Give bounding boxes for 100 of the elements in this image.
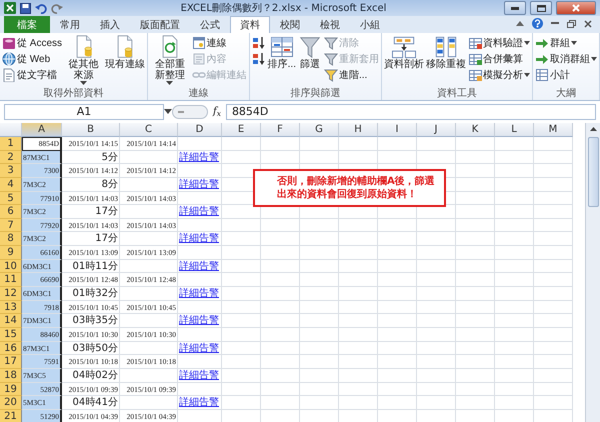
row-header[interactable]: 11 xyxy=(0,273,22,288)
scrollbar-thumb[interactable] xyxy=(588,137,599,207)
ribbon-tab[interactable]: 資料 xyxy=(230,16,270,33)
row-header[interactable]: 12 xyxy=(0,287,22,301)
empty-cell xyxy=(261,355,300,369)
insert-function-button[interactable]: f$_{x}$ xyxy=(208,104,226,119)
ribbon-button[interactable]: 連線 xyxy=(190,35,248,51)
empty-cell xyxy=(456,205,495,219)
row-header[interactable]: 8 xyxy=(0,232,22,246)
hyperlink[interactable]: 詳細告警 xyxy=(179,233,219,244)
hyperlink[interactable]: 詳細告警 xyxy=(179,178,219,190)
row-header[interactable]: 13 xyxy=(0,300,22,314)
redo-icon[interactable] xyxy=(51,2,63,14)
row-header[interactable]: 19 xyxy=(0,382,22,396)
row-header[interactable]: 2 xyxy=(0,150,22,164)
ribbon-button[interactable]: 合併彙算 xyxy=(467,51,531,67)
ribbon-button[interactable]: 篩選 xyxy=(297,35,323,70)
collapse-ribbon-icon[interactable] xyxy=(516,21,524,26)
empty-cell xyxy=(456,260,495,274)
row-header[interactable]: 14 xyxy=(0,314,22,328)
row-header[interactable]: 15 xyxy=(0,328,22,342)
ribbon-button[interactable]: 取消群組 xyxy=(534,51,598,67)
ribbon-tab[interactable]: 校閱 xyxy=(270,16,310,33)
column-header[interactable]: D xyxy=(178,123,222,137)
ribbon-tab[interactable]: 檢視 xyxy=(310,16,350,33)
column-header[interactable]: C xyxy=(120,123,178,137)
name-box[interactable]: A1 xyxy=(4,104,164,120)
save-icon[interactable] xyxy=(20,2,31,14)
hyperlink[interactable]: 詳細告警 xyxy=(179,152,219,163)
ribbon-button[interactable]: 排序... xyxy=(266,35,297,70)
column-header[interactable]: E xyxy=(222,123,261,137)
ribbon-tab[interactable]: 版面配置 xyxy=(130,16,190,33)
column-header[interactable]: L xyxy=(495,123,534,137)
ribbon-button[interactable]: 進階... xyxy=(323,67,380,83)
hyperlink[interactable]: 詳細告警 xyxy=(179,288,219,300)
row-header[interactable]: 18 xyxy=(0,368,22,383)
column-header[interactable]: B xyxy=(62,123,120,137)
undo-icon[interactable] xyxy=(35,2,47,14)
help-icon[interactable] xyxy=(532,18,543,29)
row-header[interactable]: 20 xyxy=(0,396,22,410)
empty-cell xyxy=(222,246,261,260)
ribbon-button[interactable]: 從文字檔 xyxy=(1,67,64,83)
scroll-up-icon[interactable] xyxy=(590,127,596,131)
vertical-scrollbar[interactable] xyxy=(585,123,600,422)
empty-cell xyxy=(417,355,456,369)
row-header[interactable]: 3 xyxy=(0,164,22,178)
close-button[interactable] xyxy=(556,1,596,15)
ribbon-button[interactable]: 資料驗證 xyxy=(467,35,531,51)
ribbon-button[interactable]: 從 Access xyxy=(1,35,64,51)
ribbon-tab[interactable]: 常用 xyxy=(50,16,90,33)
column-header[interactable]: H xyxy=(339,123,378,137)
hyperlink[interactable]: 詳細告警 xyxy=(179,342,219,354)
maximize-button[interactable] xyxy=(530,1,552,15)
row-header[interactable]: 17 xyxy=(0,355,22,369)
empty-cell xyxy=(534,273,573,288)
hyperlink[interactable]: 詳細告警 xyxy=(179,206,219,218)
ribbon-button[interactable]: 模擬分析 xyxy=(467,67,531,83)
row-header[interactable]: 21 xyxy=(0,410,22,422)
hyperlink[interactable]: 詳細告警 xyxy=(179,315,219,326)
column-header[interactable]: A xyxy=(22,123,62,137)
ribbon-button[interactable] xyxy=(250,51,267,67)
empty-cell xyxy=(417,382,456,396)
column-header[interactable]: J xyxy=(417,123,456,137)
ribbon-button[interactable] xyxy=(250,35,267,51)
ribbon-button[interactable]: 資料剖析 xyxy=(383,35,425,70)
row-header[interactable]: 5 xyxy=(0,192,22,206)
ribbon-tab[interactable]: 插入 xyxy=(90,16,130,33)
ribbon-button[interactable]: 全部重新整理 xyxy=(149,35,191,85)
file-tab[interactable]: 檔案 xyxy=(4,16,50,33)
row-header[interactable]: 16 xyxy=(0,342,22,356)
hyperlink[interactable]: 詳細告警 xyxy=(179,260,219,272)
row-header[interactable]: 9 xyxy=(0,246,22,260)
ribbon-tab[interactable]: 公式 xyxy=(190,16,230,33)
globe-icon xyxy=(2,52,16,66)
row-header[interactable]: 10 xyxy=(0,260,22,274)
row-header[interactable]: 7 xyxy=(0,218,22,232)
ribbon-tab[interactable]: 小組 xyxy=(350,16,390,33)
ribbon-button[interactable]: 從 Web xyxy=(1,51,64,67)
minimize-button[interactable] xyxy=(504,1,526,15)
ribbon-button[interactable]: 群組 xyxy=(534,35,598,51)
formula-field[interactable]: 8854D xyxy=(226,104,596,120)
hyperlink[interactable]: 詳細告警 xyxy=(179,397,219,408)
ribbon-button[interactable]: 從其他來源 xyxy=(63,35,104,85)
ribbon-button[interactable]: 小計 xyxy=(534,67,598,83)
minimize-icon[interactable] xyxy=(551,22,559,25)
dropdown-icon[interactable] xyxy=(164,109,172,114)
column-header[interactable]: F xyxy=(261,123,300,137)
column-header[interactable]: G xyxy=(300,123,339,137)
table-cell: 17分 xyxy=(62,232,120,246)
column-header[interactable]: K xyxy=(456,123,495,137)
column-header[interactable]: M xyxy=(534,123,573,137)
row-header[interactable]: 1 xyxy=(0,137,22,151)
close-icon[interactable] xyxy=(584,20,592,28)
ribbon-button[interactable]: 現有連線 xyxy=(104,35,146,70)
hyperlink[interactable]: 詳細告警 xyxy=(179,370,219,381)
column-header[interactable]: I xyxy=(378,123,417,137)
row-header[interactable]: 6 xyxy=(0,205,22,219)
restore-icon[interactable] xyxy=(567,20,576,28)
ribbon-button[interactable]: 移除重複 xyxy=(425,35,467,70)
row-header[interactable]: 4 xyxy=(0,178,22,192)
